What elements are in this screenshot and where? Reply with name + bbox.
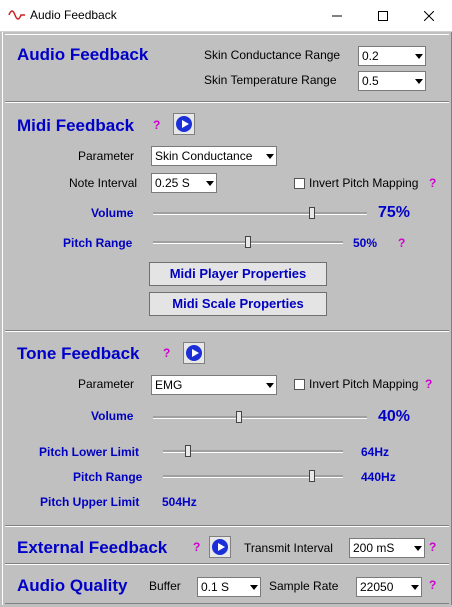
tone-invert-help-icon[interactable]: ? bbox=[425, 377, 432, 391]
tone-volume-thumb[interactable] bbox=[236, 411, 242, 423]
midi-help-icon[interactable]: ? bbox=[153, 118, 160, 132]
close-icon bbox=[424, 10, 434, 21]
skin-temperature-range-label: Skin Temperature Range bbox=[204, 73, 337, 87]
tone-invert-pitch-label: Invert Pitch Mapping bbox=[309, 377, 419, 391]
tone-parameter-label: Parameter bbox=[78, 377, 135, 391]
audio-quality-header: Audio Quality bbox=[17, 576, 128, 595]
chevron-down-icon bbox=[411, 585, 419, 590]
sample-rate-label: Sample Rate bbox=[269, 579, 339, 593]
pitch-lower-limit-value: 64Hz bbox=[361, 445, 390, 459]
tone-feedback-section: Tone Feedback ? Parameter EMG Invert Pit… bbox=[5, 331, 449, 526]
minimize-button[interactable] bbox=[314, 0, 360, 31]
tone-volume-slider[interactable] bbox=[153, 411, 367, 423]
midi-invert-pitch-checkbox[interactable] bbox=[294, 178, 305, 189]
midi-pitch-range-label: Pitch Range bbox=[63, 236, 133, 250]
midi-invert-help-icon[interactable]: ? bbox=[429, 176, 436, 190]
chevron-down-icon bbox=[266, 383, 274, 388]
external-feedback-section: External Feedback ? Transmit Interval 20… bbox=[5, 526, 449, 564]
external-help-icon[interactable]: ? bbox=[193, 540, 200, 554]
chevron-down-icon bbox=[250, 585, 258, 590]
midi-pitch-range-slider[interactable] bbox=[153, 236, 343, 248]
transmit-interval-label: Transmit Interval bbox=[244, 541, 333, 555]
midi-volume-value: 75% bbox=[378, 204, 411, 221]
midi-volume-thumb[interactable] bbox=[309, 207, 315, 219]
client-area: Audio Feedback Skin Conductance Range 0.… bbox=[2, 32, 452, 605]
skin-temperature-range-select[interactable]: 0.5 bbox=[358, 71, 426, 91]
midi-pitch-range-value: 50% bbox=[353, 236, 378, 250]
midi-feedback-header: Midi Feedback bbox=[17, 116, 135, 135]
pitch-upper-limit-label: Pitch Upper Limit bbox=[40, 495, 140, 509]
minimize-icon bbox=[332, 15, 342, 16]
chevron-down-icon bbox=[414, 546, 422, 551]
buffer-label: Buffer bbox=[149, 579, 181, 593]
transmit-help-icon[interactable]: ? bbox=[429, 540, 436, 554]
tone-help-icon[interactable]: ? bbox=[163, 346, 170, 360]
chevron-down-icon bbox=[206, 181, 214, 186]
tone-pitch-range-value: 440Hz bbox=[361, 470, 396, 484]
external-play-button[interactable] bbox=[209, 536, 231, 558]
buffer-select[interactable]: 0.1 S bbox=[197, 577, 261, 597]
midi-player-properties-button[interactable]: Midi Player Properties bbox=[149, 262, 327, 286]
play-icon bbox=[186, 345, 202, 361]
play-icon bbox=[212, 539, 228, 555]
app-waveform-icon bbox=[8, 10, 25, 20]
tone-volume-value: 40% bbox=[378, 408, 411, 425]
tone-volume-label: Volume bbox=[91, 409, 134, 423]
close-button[interactable] bbox=[406, 0, 452, 31]
midi-pitch-help-icon[interactable]: ? bbox=[398, 236, 405, 250]
tone-invert-pitch-checkbox[interactable] bbox=[294, 379, 305, 390]
transmit-interval-select[interactable]: 200 mS bbox=[349, 538, 425, 558]
tone-feedback-header: Tone Feedback bbox=[17, 344, 140, 363]
tone-pitch-range-thumb[interactable] bbox=[309, 470, 315, 482]
midi-invert-pitch-label: Invert Pitch Mapping bbox=[309, 176, 419, 190]
chevron-down-icon bbox=[415, 79, 423, 84]
audio-feedback-header: Audio Feedback bbox=[17, 45, 149, 64]
pitch-lower-limit-label: Pitch Lower Limit bbox=[39, 445, 140, 459]
skin-conductance-range-select[interactable]: 0.2 bbox=[358, 46, 426, 66]
chevron-down-icon bbox=[415, 54, 423, 59]
maximize-button[interactable] bbox=[360, 0, 406, 31]
tone-parameter-select[interactable]: EMG bbox=[151, 375, 277, 395]
audio-quality-help-icon[interactable]: ? bbox=[429, 578, 436, 592]
tone-pitch-range-label: Pitch Range bbox=[73, 470, 143, 484]
chevron-down-icon bbox=[266, 154, 274, 159]
audio-feedback-section: Audio Feedback Skin Conductance Range 0.… bbox=[5, 34, 449, 102]
play-icon bbox=[176, 116, 192, 132]
pitch-upper-limit-value: 504Hz bbox=[162, 495, 197, 509]
note-interval-label: Note Interval bbox=[69, 176, 138, 190]
tone-play-button[interactable] bbox=[183, 342, 205, 364]
midi-volume-label: Volume bbox=[91, 206, 134, 220]
window-title: Audio Feedback bbox=[30, 8, 117, 22]
sample-rate-select[interactable]: 22050 bbox=[356, 577, 422, 597]
tone-pitch-range-slider[interactable] bbox=[163, 470, 343, 482]
midi-parameter-select[interactable]: Skin Conductance bbox=[151, 146, 277, 166]
maximize-icon bbox=[378, 10, 388, 21]
midi-parameter-label: Parameter bbox=[78, 149, 135, 163]
audio-quality-section: Audio Quality Buffer 0.1 S Sample Rate 2… bbox=[5, 564, 449, 604]
midi-play-button[interactable] bbox=[173, 113, 195, 135]
skin-conductance-range-label: Skin Conductance Range bbox=[204, 48, 341, 62]
midi-feedback-section: Midi Feedback ? Parameter Skin Conductan… bbox=[5, 102, 449, 331]
external-feedback-header: External Feedback bbox=[17, 538, 168, 557]
note-interval-select[interactable]: 0.25 S bbox=[151, 173, 217, 193]
title-bar: Audio Feedback bbox=[0, 0, 452, 32]
midi-pitch-range-thumb[interactable] bbox=[245, 236, 251, 248]
pitch-lower-limit-slider[interactable] bbox=[163, 445, 343, 457]
pitch-lower-limit-thumb[interactable] bbox=[185, 445, 191, 457]
midi-volume-slider[interactable] bbox=[153, 207, 367, 219]
midi-scale-properties-button[interactable]: Midi Scale Properties bbox=[149, 292, 327, 316]
